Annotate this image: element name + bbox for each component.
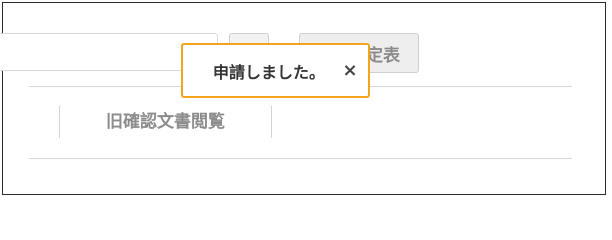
fixed-table-button-label: 定表	[366, 45, 400, 66]
toast-notification: 申請しました。 ×	[181, 43, 370, 98]
tab-old-document-view[interactable]: 旧確認文書閲覧	[60, 106, 271, 138]
divider-bottom	[29, 158, 572, 159]
tab-separator	[271, 106, 272, 138]
toast-message: 申請しました。	[213, 62, 326, 82]
page-frame: 定表 旧確認文書閲覧 申請しました。 ×	[0, 2, 606, 195]
close-icon[interactable]: ×	[342, 59, 358, 83]
